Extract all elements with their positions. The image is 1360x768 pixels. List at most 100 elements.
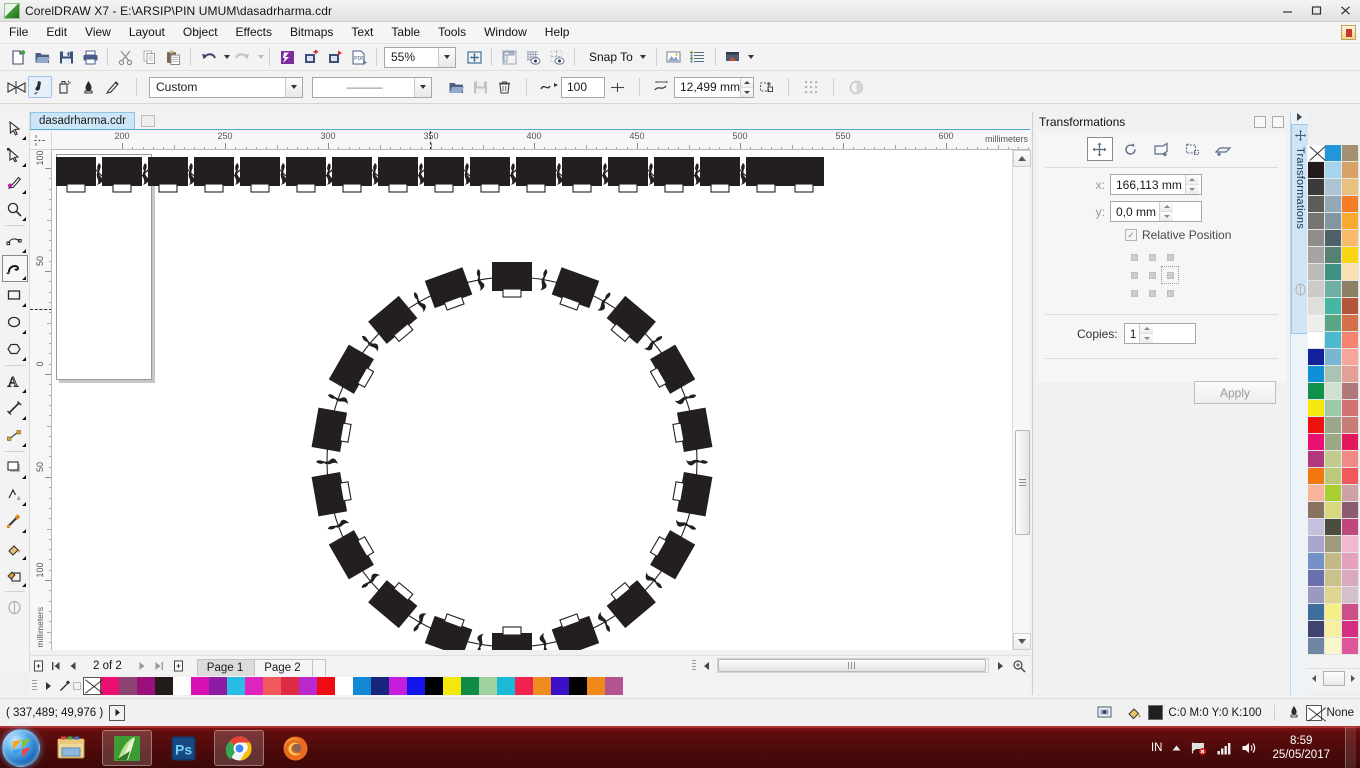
right-palette-swatch[interactable] <box>1342 298 1359 315</box>
right-palette-swatch[interactable] <box>1325 196 1342 213</box>
publish-to-pdf-icon[interactable]: PDF <box>347 46 371 68</box>
close-button[interactable] <box>1331 0 1360 22</box>
flyout-arrow-icon[interactable] <box>21 529 26 533</box>
right-palette-swatch[interactable] <box>1308 145 1325 162</box>
scroll-up-button[interactable] <box>1013 150 1031 167</box>
bottom-palette-swatch[interactable] <box>569 676 587 695</box>
right-palette-swatch[interactable] <box>1342 145 1359 162</box>
undo-dropdown-icon[interactable] <box>220 46 230 68</box>
anchor-middle-right[interactable] <box>1161 266 1179 284</box>
anchor-point-grid[interactable] <box>1125 248 1286 302</box>
bottom-palette-swatch[interactable] <box>461 676 479 695</box>
bottom-palette-swatch[interactable] <box>83 676 101 695</box>
chevron-down-icon[interactable] <box>438 47 455 67</box>
right-palette-swatch[interactable] <box>1325 366 1342 383</box>
flyout-arrow-icon[interactable] <box>21 443 26 447</box>
anchor-center[interactable] <box>1143 266 1161 284</box>
bottom-palette-swatch[interactable] <box>101 676 119 695</box>
right-palette-swatch[interactable] <box>1342 468 1359 485</box>
rotate-objects-icon[interactable] <box>754 76 778 98</box>
redo-dropdown-icon[interactable] <box>254 46 264 68</box>
bottom-palette-swatch[interactable] <box>335 676 353 695</box>
menu-view[interactable]: View <box>76 22 120 43</box>
color-proof-icon[interactable] <box>1092 702 1116 724</box>
outline-color-status[interactable]: None <box>1287 704 1354 721</box>
pick-tool[interactable] <box>2 115 28 142</box>
right-palette-swatch[interactable] <box>1342 196 1359 213</box>
right-palette-swatch[interactable] <box>1342 417 1359 434</box>
stroke-style-combo[interactable]: ——— <box>312 76 432 98</box>
right-palette-swatch[interactable] <box>1308 604 1325 621</box>
smoothness-input[interactable]: 100 <box>561 76 605 98</box>
color-eyedropper-tool[interactable] <box>2 508 28 535</box>
right-palette-swatch[interactable] <box>1308 247 1325 264</box>
right-palette-swatch[interactable] <box>1342 332 1359 349</box>
network-icon[interactable] <box>1191 741 1208 756</box>
text-tool[interactable]: A <box>2 368 28 395</box>
calligraphic-mode-icon[interactable] <box>76 76 100 98</box>
bottom-palette-swatch[interactable] <box>587 676 605 695</box>
x-position-input[interactable]: 166,113 mm <box>1110 174 1202 195</box>
right-palette-swatch[interactable] <box>1308 434 1325 451</box>
zoom-to-fit-icon[interactable] <box>1010 657 1027 674</box>
scroll-down-button[interactable] <box>1013 633 1031 650</box>
right-palette-swatch[interactable] <box>1342 536 1359 553</box>
right-palette-swatch[interactable] <box>1342 366 1359 383</box>
right-palette-swatch[interactable] <box>1325 145 1342 162</box>
anchor-bottom-left[interactable] <box>1125 284 1143 302</box>
right-palette-swatch[interactable] <box>1342 451 1359 468</box>
add-page-before-button[interactable] <box>30 657 47 674</box>
straight-line-connector-tool[interactable] <box>2 422 28 449</box>
anchor-top-right[interactable] <box>1161 248 1179 266</box>
vertical-ruler[interactable]: millimeters 100 50 0 50 100 <box>30 150 52 650</box>
docker-close-button[interactable] <box>1272 116 1284 128</box>
bottom-palette-swatch[interactable] <box>443 676 461 695</box>
hscroll-left-button[interactable] <box>698 657 715 674</box>
options-icon[interactable] <box>662 46 686 68</box>
flyout-arrow-icon[interactable] <box>21 475 26 479</box>
right-palette-swatch[interactable] <box>1308 281 1325 298</box>
language-indicator[interactable]: IN <box>1151 742 1163 754</box>
volume-icon[interactable] <box>1241 741 1257 755</box>
browse-stroke-folder-icon[interactable] <box>444 76 468 98</box>
bottom-palette-swatch[interactable] <box>605 676 623 695</box>
page-tab-page-2[interactable]: Page 2 <box>254 658 313 676</box>
right-palette-swatch[interactable] <box>1325 553 1342 570</box>
flyout-arrow-icon[interactable] <box>21 163 26 167</box>
relative-position-checkbox[interactable]: ✓ <box>1125 229 1137 241</box>
preset-stroke-icon[interactable] <box>4 76 28 98</box>
right-palette-swatch[interactable] <box>1325 468 1342 485</box>
right-palette-swatch[interactable] <box>1342 349 1359 366</box>
new-document-icon[interactable] <box>6 46 30 68</box>
save-stroke-icon[interactable] <box>468 76 492 98</box>
import-icon[interactable] <box>275 46 299 68</box>
bottom-palette-swatch[interactable] <box>245 676 263 695</box>
palette-expand-button[interactable] <box>1322 671 1345 686</box>
right-palette-swatch[interactable] <box>1342 519 1359 536</box>
x-position-stepper[interactable] <box>1184 175 1199 194</box>
next-page-button[interactable] <box>134 657 151 674</box>
right-palette-swatch[interactable] <box>1308 400 1325 417</box>
right-palette-swatch[interactable] <box>1342 502 1359 519</box>
cut-icon[interactable] <box>113 46 137 68</box>
stroke-width-input[interactable]: 12,499 mm <box>674 76 754 98</box>
right-palette-swatch[interactable] <box>1325 587 1342 604</box>
spine-tab-object-properties[interactable] <box>1294 282 1307 297</box>
bottom-palette-swatch[interactable] <box>353 676 371 695</box>
flyout-arrow-icon[interactable] <box>21 502 26 506</box>
right-palette-swatch[interactable] <box>1308 179 1325 196</box>
smear-tool[interactable] <box>2 169 28 196</box>
right-palette-swatch[interactable] <box>1342 281 1359 298</box>
freehand-smoothing-icon[interactable] <box>537 76 561 98</box>
menu-layout[interactable]: Layout <box>120 22 174 43</box>
right-palette-swatch[interactable] <box>1342 553 1359 570</box>
right-palette-swatch[interactable] <box>1325 519 1342 536</box>
right-palette-swatch[interactable] <box>1325 638 1342 655</box>
right-palette-swatch[interactable] <box>1308 485 1325 502</box>
bottom-palette-swatch[interactable] <box>191 676 209 695</box>
delete-stroke-icon[interactable] <box>492 76 516 98</box>
right-palette-swatch[interactable] <box>1325 570 1342 587</box>
export-icon[interactable] <box>299 46 323 68</box>
parallel-dimension-tool[interactable] <box>2 395 28 422</box>
bottom-palette-swatch[interactable] <box>551 676 569 695</box>
